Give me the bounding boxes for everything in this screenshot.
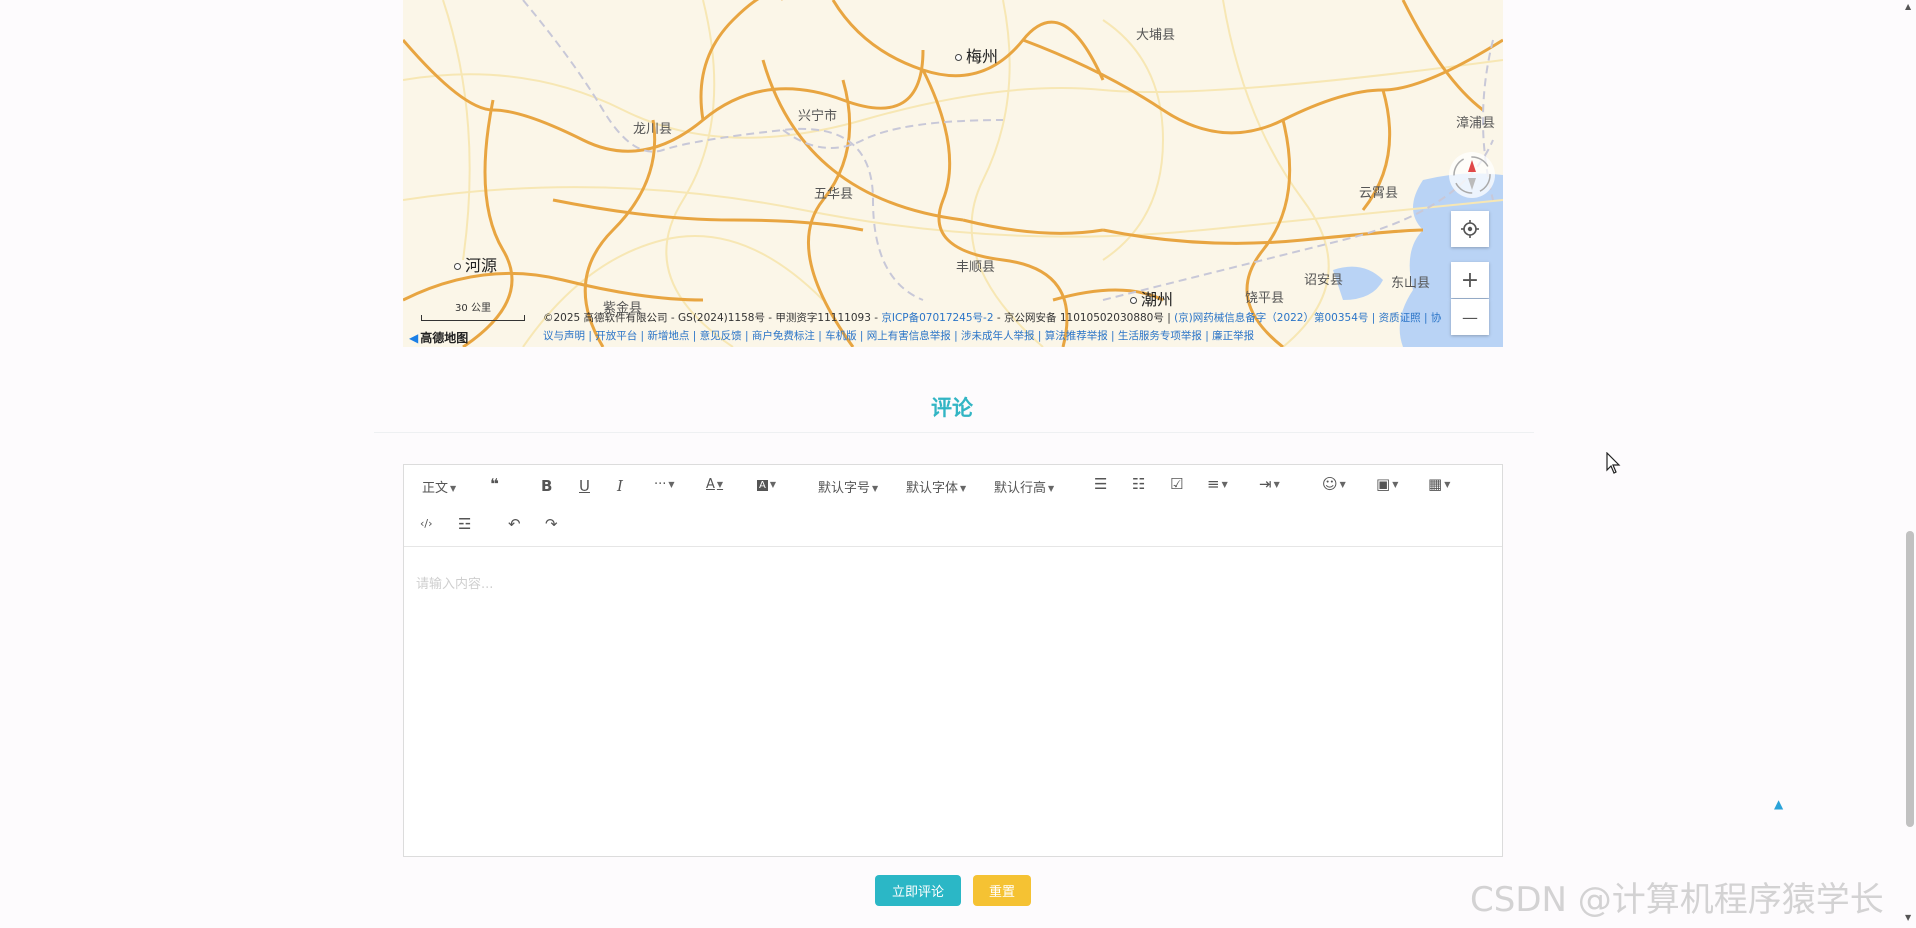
paragraph-format-dropdown[interactable]: 正文 ▼ bbox=[422, 477, 456, 496]
locate-button[interactable] bbox=[1451, 211, 1489, 247]
map-footer-links[interactable]: 议与声明 | 开放平台 | 新增地点 | 意见反馈 | 商户免费标注 | 车机版… bbox=[543, 327, 1443, 345]
background-color-icon: A bbox=[757, 480, 768, 491]
mouse-cursor-icon bbox=[1606, 452, 1621, 474]
undo-icon[interactable]: ↶ bbox=[508, 515, 521, 533]
map-city-label: 五华县 bbox=[814, 187, 854, 202]
back-to-top-icon[interactable]: ▲ bbox=[1774, 797, 1783, 811]
line-height-dropdown[interactable]: 默认行高 ▼ bbox=[994, 477, 1054, 496]
locate-icon bbox=[1461, 220, 1479, 238]
italic-icon[interactable]: I bbox=[617, 477, 623, 495]
rich-text-editor[interactable]: 正文 ▼ ❝ B U I ··· ▼ A ▼ A ▼ 默认字号 ▼ 默认字体 ▼ 默认行高 ▼… bbox=[403, 464, 1503, 857]
map-city-label: 龙川县 bbox=[633, 122, 673, 137]
amap-logo[interactable]: ◀ 高德地图 bbox=[409, 329, 468, 346]
map-scale-label: 30 公里 bbox=[455, 303, 491, 314]
numbered-list-icon[interactable]: ☷ bbox=[1132, 475, 1145, 493]
map-city-label: 云霄县 bbox=[1359, 186, 1399, 201]
scroll-down-arrow-icon[interactable]: ▼ bbox=[1905, 913, 1911, 922]
emoji-dropdown[interactable]: ☺ ▼ bbox=[1322, 475, 1346, 493]
map-scale: 30 公里 bbox=[421, 299, 525, 321]
map-city-label: 大埔县 bbox=[1136, 28, 1176, 43]
reset-button[interactable]: 重置 bbox=[973, 875, 1031, 906]
table-dropdown[interactable]: ▦ ▼ bbox=[1428, 475, 1450, 493]
bold-icon[interactable]: B bbox=[541, 477, 552, 495]
map-city-label: 诏安县 bbox=[1304, 273, 1344, 288]
align-dropdown[interactable]: ≡ ▼ bbox=[1207, 475, 1228, 493]
watermark: CSDN @计算机程序猿学长 bbox=[1470, 880, 1884, 920]
map-copyright: ©2025 高德软件有限公司 - GS(2024)1158号 - 甲测资字111… bbox=[543, 309, 1443, 345]
submit-comment-button[interactable]: 立即评论 bbox=[875, 875, 961, 906]
license-link[interactable]: (京)网药械信息备字（2022）第00354号 | 资质证照 | 协 bbox=[1174, 312, 1441, 324]
amap-arrow-icon: ◀ bbox=[409, 331, 419, 345]
more-styles-dropdown[interactable]: ··· ▼ bbox=[654, 477, 675, 492]
horizontal-rule-icon[interactable]: ☲ bbox=[458, 515, 471, 533]
underline-icon[interactable]: U bbox=[579, 477, 590, 495]
zoom-in-button[interactable]: + bbox=[1451, 262, 1489, 298]
redo-icon[interactable]: ↷ bbox=[545, 515, 558, 533]
map-city-label: 兴宁市 bbox=[798, 109, 838, 124]
page-scrollbar[interactable]: ▲ ▼ bbox=[1902, 0, 1916, 928]
font-color-icon: A bbox=[706, 477, 715, 492]
map-container[interactable]: 梅州 大埔县 兴宁市 龙川县 五华县 云霄县 漳浦县 河源 丰顺县 潮州 饶平县… bbox=[403, 0, 1503, 347]
map-city-label: 潮州 bbox=[1130, 286, 1173, 310]
comment-input[interactable] bbox=[414, 571, 1492, 846]
map-city-label: 漳浦县 bbox=[1456, 116, 1496, 131]
plus-icon: + bbox=[1460, 267, 1480, 293]
font-size-dropdown[interactable]: 默认字号 ▼ bbox=[818, 477, 878, 496]
editor-body[interactable] bbox=[404, 547, 1502, 856]
background-color-dropdown[interactable]: A ▼ bbox=[757, 477, 776, 492]
code-view-icon[interactable]: ‹/› bbox=[420, 517, 433, 530]
scroll-up-arrow-icon[interactable]: ▲ bbox=[1905, 2, 1911, 11]
map-city-label: 饶平县 bbox=[1245, 291, 1285, 306]
compass-icon bbox=[1453, 156, 1491, 194]
font-family-dropdown[interactable]: 默认字体 ▼ bbox=[906, 477, 966, 496]
quote-icon[interactable]: ❝ bbox=[490, 475, 499, 493]
minus-icon: — bbox=[1462, 307, 1478, 327]
map-city-label: 河源 bbox=[454, 252, 497, 276]
icp-link[interactable]: 京ICP备07017245号-2 bbox=[881, 312, 993, 324]
indent-dropdown[interactable]: ⇥ ▼ bbox=[1259, 475, 1280, 493]
scroll-thumb[interactable] bbox=[1906, 531, 1914, 827]
todo-checkbox-icon[interactable]: ☑ bbox=[1170, 475, 1183, 493]
bulleted-list-icon[interactable]: ☰ bbox=[1094, 475, 1107, 493]
title-divider bbox=[374, 432, 1534, 433]
zoom-out-button[interactable]: — bbox=[1451, 299, 1489, 335]
map-city-label: 梅州 bbox=[955, 43, 998, 67]
map-roads bbox=[403, 0, 1503, 347]
map-city-label: 东山县 bbox=[1391, 276, 1431, 291]
compass-control[interactable] bbox=[1449, 152, 1495, 198]
map-city-label: 丰顺县 bbox=[956, 260, 996, 275]
editor-toolbar: 正文 ▼ ❝ B U I ··· ▼ A ▼ A ▼ 默认字号 ▼ 默认字体 ▼ 默认行高 ▼… bbox=[404, 465, 1502, 547]
comment-section-title: 评论 bbox=[931, 396, 973, 420]
image-dropdown[interactable]: ▣ ▼ bbox=[1376, 475, 1398, 493]
font-color-dropdown[interactable]: A ▼ bbox=[706, 477, 723, 492]
